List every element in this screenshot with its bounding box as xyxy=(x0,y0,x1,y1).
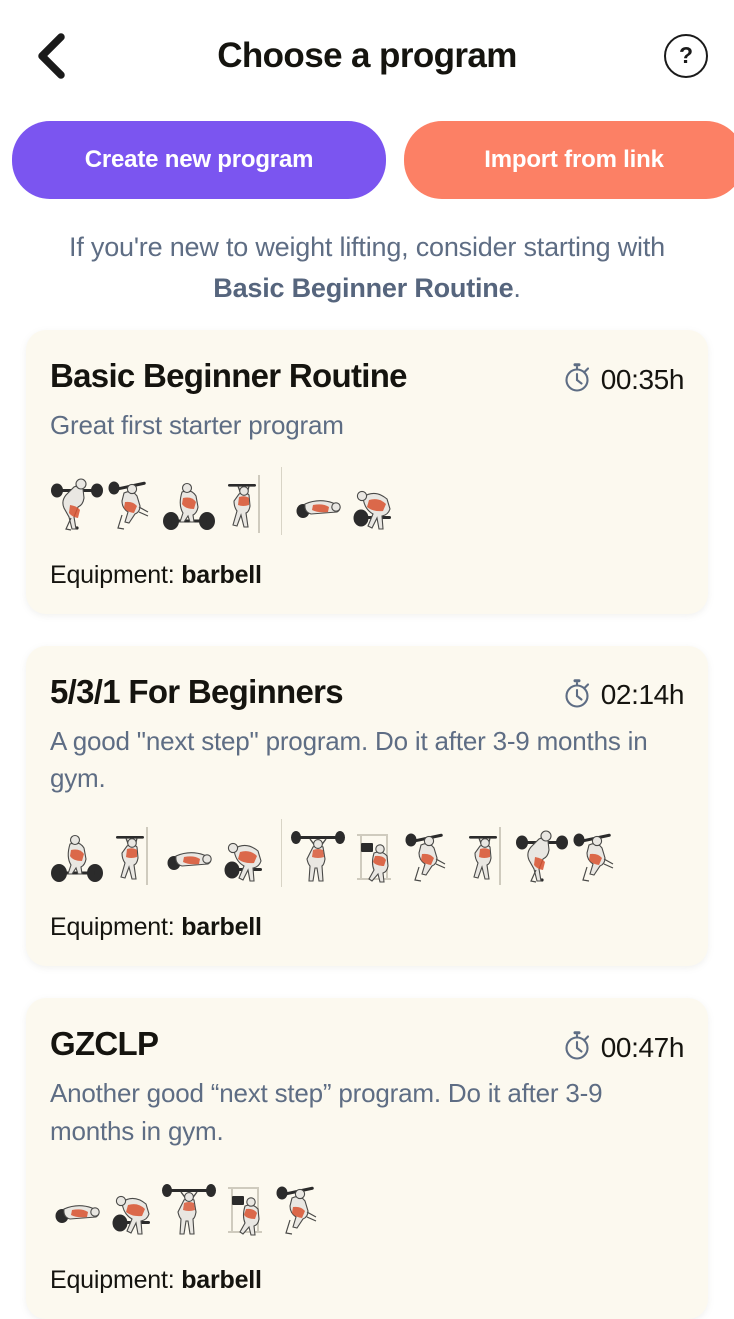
equipment-label: Equipment: xyxy=(50,560,182,589)
program-list: Basic Beginner Routine 00:35h Great first … xyxy=(0,309,734,1319)
app-header: Choose a program ? xyxy=(0,0,734,112)
program-card-header: Basic Beginner Routine 00:35h xyxy=(50,357,684,398)
back-button[interactable] xyxy=(22,27,80,85)
exercise-thumbnail-strip xyxy=(50,466,684,535)
equipment-value: barbell xyxy=(181,560,262,589)
exercise-thumbnail xyxy=(106,471,160,535)
program-action-buttons: Create new program Import from link xyxy=(0,112,734,199)
exercise-thumbnail xyxy=(50,471,104,535)
exercise-thumbnail xyxy=(162,471,216,535)
exercise-thumbnail xyxy=(571,823,625,887)
exercise-thumbnail xyxy=(291,471,345,535)
stopwatch-icon xyxy=(562,361,592,398)
equipment-value: barbell xyxy=(181,913,262,942)
exercise-thumbnail-strip xyxy=(50,819,684,888)
program-duration: 00:35h xyxy=(562,358,684,398)
exercise-thumbnail xyxy=(515,823,569,887)
exercise-thumbnail xyxy=(403,823,457,887)
hint-emphasis: Basic Beginner Routine xyxy=(213,273,514,304)
hint-prefix: If you're new to weight lifting, conside… xyxy=(69,232,665,262)
stopwatch-icon xyxy=(562,677,592,714)
program-equipment: Equipment: barbell xyxy=(50,913,684,942)
exercise-thumbnail xyxy=(162,1176,216,1240)
program-duration-text: 00:35h xyxy=(600,363,685,395)
program-duration-text: 00:47h xyxy=(600,1031,685,1063)
exercise-thumbnail xyxy=(347,823,401,887)
program-card[interactable]: 5/3/1 For Beginners 02:14h A good "next st… xyxy=(26,645,708,967)
program-title: Basic Beginner Routine xyxy=(50,357,408,395)
hint-suffix: . xyxy=(513,273,521,304)
exercise-thumbnail xyxy=(218,1176,272,1240)
exercise-thumbnail xyxy=(218,471,272,535)
question-mark-icon: ? xyxy=(678,42,694,68)
program-duration: 00:47h xyxy=(562,1026,684,1066)
program-card-header: 5/3/1 For Beginners 02:14h xyxy=(50,672,684,714)
program-description: A good "next step" program. Do it after … xyxy=(50,725,648,793)
program-equipment: Equipment: barbell xyxy=(50,561,684,590)
program-title: GZCLP xyxy=(50,1025,159,1063)
exercise-thumbnail xyxy=(291,823,345,887)
program-duration: 02:14h xyxy=(562,674,684,714)
exercise-thumbnail-strip xyxy=(50,1172,684,1240)
exercise-thumbnail xyxy=(218,823,272,887)
exercise-thumbnail xyxy=(459,823,513,887)
equipment-label: Equipment: xyxy=(50,913,182,942)
equipment-label: Equipment: xyxy=(50,1266,182,1295)
exercise-group-separator xyxy=(281,819,282,888)
stopwatch-icon xyxy=(562,1029,592,1066)
create-new-program-button[interactable]: Create new program xyxy=(12,121,386,199)
exercise-thumbnail xyxy=(50,823,104,887)
page-title: Choose a program xyxy=(217,36,517,75)
exercise-thumbnail xyxy=(347,471,401,535)
program-title: 5/3/1 For Beginners xyxy=(50,672,344,710)
exercise-thumbnail xyxy=(106,823,160,887)
exercise-thumbnail xyxy=(162,823,216,887)
program-equipment: Equipment: barbell xyxy=(50,1266,684,1295)
help-button[interactable]: ? xyxy=(664,34,708,78)
exercise-thumbnail xyxy=(106,1176,160,1240)
program-card[interactable]: GZCLP 00:47h Another good “next step” prog… xyxy=(26,998,708,1319)
chevron-left-icon xyxy=(34,33,68,79)
program-description: Great first starter program xyxy=(50,410,344,441)
program-duration-text: 02:14h xyxy=(600,679,685,710)
exercise-thumbnail xyxy=(274,1176,328,1240)
program-card[interactable]: Basic Beginner Routine 00:35h Great first … xyxy=(26,330,708,614)
exercise-group-separator xyxy=(281,466,282,535)
program-description: Another good “next step” program. Do it … xyxy=(50,1078,603,1146)
beginner-hint: If you're new to weight lifting, conside… xyxy=(67,227,667,309)
equipment-value: barbell xyxy=(181,1266,262,1295)
import-from-link-button[interactable]: Import from link xyxy=(404,121,734,199)
program-card-header: GZCLP 00:47h xyxy=(50,1025,684,1066)
exercise-thumbnail xyxy=(50,1176,104,1240)
